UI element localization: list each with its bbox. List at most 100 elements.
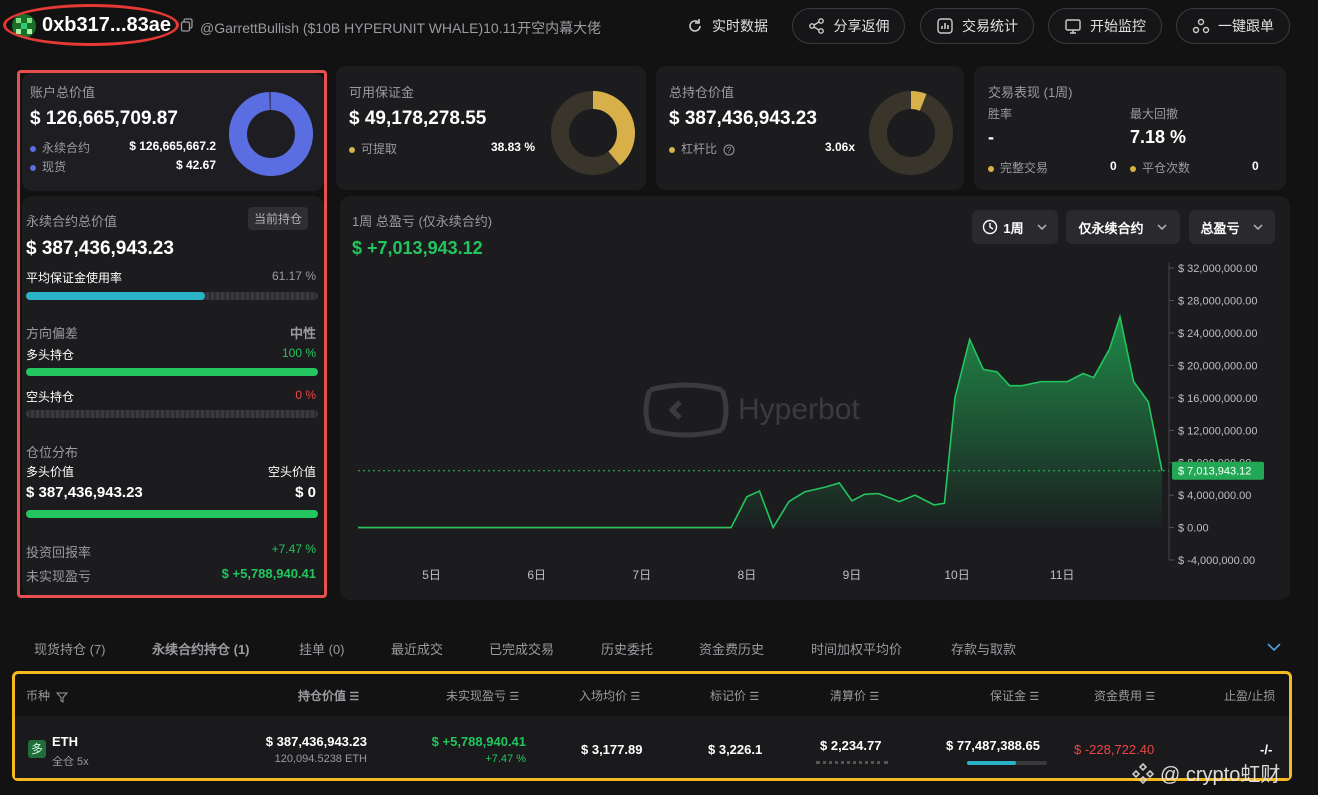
start-monitor-button[interactable]: 开始监控 [1048,8,1162,44]
drawdown-value: 7.18 % [1130,127,1187,147]
available-margin-card: 可用保证金 $ 49,178,278.55 可提取 38.83 % [336,66,646,190]
y-tick-label: $ -4,000,000.00 [1178,555,1255,567]
left-column-highlight-frame [17,70,327,598]
winrate-value: - [988,127,994,147]
col-margin[interactable]: 保证金 ☰ [990,687,1039,704]
y-tick-label: $ 0.00 [1178,523,1209,535]
contract-filter-dropdown[interactable]: 仅永续合约 [1066,210,1180,244]
sort-icon: ☰ [1029,691,1040,703]
margin-value: $ 49,178,278.55 [349,108,487,129]
address-highlight-circle [3,4,179,46]
position-title: 总持仓价值 [669,85,735,100]
y-tick-label: $ 16,000,000.00 [1178,393,1258,405]
close-count-legend: 平仓次数 [1130,159,1190,176]
collapse-chevron-icon[interactable] [1266,641,1282,656]
x-tick-label: 6日 [527,568,546,582]
liq-price-dotted-underline [816,761,888,764]
position-donut [869,91,953,175]
pnl-area-chart: $ 32,000,000.00 $ 28,000,000.00 $ 24,000,0… [358,263,1264,582]
sort-icon: ☰ [349,691,360,703]
tab-funding-history[interactable]: 资金费历史 [699,639,764,658]
row-coin[interactable]: ETH [52,734,78,749]
tab-order-history[interactable]: 历史委托 [601,639,653,658]
pnl-type-dropdown[interactable]: 总盈亏 [1189,210,1275,244]
sort-icon: ☰ [749,691,760,703]
x-tick-label: 5日 [422,568,441,582]
chart-title: 1周 总盈亏 (仅永续合约) [352,214,493,229]
monitor-icon [1065,19,1081,34]
withdrawable-legend: 可提取 [349,140,397,157]
trade-stats-button[interactable]: 交易统计 [920,8,1034,44]
stats-icon [937,18,953,34]
x-tick-label: 7日 [632,568,651,582]
y-tick-label: $ 24,000,000.00 [1178,328,1258,340]
col-coin[interactable]: 币种 [26,687,69,704]
tab-completed-trades[interactable]: 已完成交易 [489,639,554,658]
tab-open-orders[interactable]: 挂单 (0) [299,639,345,658]
chevron-down-icon [1253,224,1262,230]
col-entry-price[interactable]: 入场均价 ☰ [579,687,640,704]
margin-usage-mini-bar [967,761,1047,765]
tab-twap[interactable]: 时间加权平均价 [811,639,902,658]
copy-trade-button[interactable]: 一键跟单 [1176,8,1290,44]
binance-square-icon [1132,762,1154,784]
margin-donut [551,91,635,175]
withdrawable-pct: 38.83 % [490,140,535,154]
sort-icon: ☰ [1145,691,1156,703]
total-position-card: 总持仓价值 $ 387,436,943.23 杠杆比 ? 3.06x [656,66,964,190]
filter-icon [56,692,69,703]
tab-recent-fills[interactable]: 最近成交 [391,639,443,658]
col-tpsl: 止盈/止损 [1224,689,1276,703]
sort-icon: ☰ [630,691,641,703]
margin-title: 可用保证金 [349,85,415,100]
col-liq-price[interactable]: 清算价 ☰ [830,687,879,704]
position-value: $ 387,436,943.23 [669,108,817,129]
col-position-value[interactable]: 持仓价值 ☰ [298,687,359,704]
col-funding[interactable]: 资金费用 ☰ [1094,687,1155,704]
chevron-down-icon [1037,224,1047,230]
clock-icon [983,219,998,235]
svg-text:?: ? [727,146,732,155]
period-dropdown[interactable]: 1周 [972,210,1058,244]
col-upnl[interactable]: 未实现盈亏 ☰ [446,687,519,704]
complete-trades-value: 0 [1110,159,1117,173]
source-watermark: @ crypto虹财 [1132,758,1280,787]
y-tick-label: $ 32,000,000.00 [1178,263,1258,275]
info-icon: ? [723,144,735,156]
row-mark-price: $ 3,226.1 [708,742,763,757]
pnl-area-fill [358,316,1162,528]
complete-trades-legend: 完整交易 [988,159,1048,176]
tab-perp-holdings[interactable]: 永续合约持仓 (1) [152,639,250,658]
sort-icon: ☰ [509,691,520,703]
copy-trade-icon [1192,18,1210,34]
tab-deposits-withdrawals[interactable]: 存款与取款 [951,639,1016,658]
x-tick-label: 9日 [843,568,862,582]
row-liq-price: $ 2,234.77 [820,738,882,753]
performance-title: 交易表现 (1周) [988,85,1073,100]
wallet-description: @GarrettBullish ($10B HYPERUNIT WHALE)10… [200,20,602,36]
row-margin: $ 77,487,388.65 [946,738,1040,753]
y-tick-label: $ 12,000,000.00 [1178,425,1258,437]
long-side-badge: 多 [28,740,46,758]
y-tick-label: $ 28,000,000.00 [1178,296,1258,308]
row-tpsl[interactable]: -/- [1260,742,1272,757]
col-mark-price[interactable]: 标记价 ☰ [710,687,759,704]
share-icon [808,18,824,34]
sort-icon: ☰ [869,691,880,703]
copy-icon[interactable] [180,18,194,35]
realtime-data-button[interactable]: 实时数据 [686,8,778,44]
current-value-label: $ 7,013,943.12 [1178,466,1251,478]
row-upnl-pct: +7.47 % [485,753,526,765]
row-funding: $ -228,722.40 [1074,742,1155,757]
row-entry-price: $ 3,177.89 [581,742,643,757]
row-upnl: $ +5,788,940.41 [431,734,526,749]
winrate-label: 胜率 [988,107,1013,121]
drawdown-label: 最大回撤 [1130,107,1179,121]
x-tick-label: 8日 [738,568,757,582]
y-tick-label: $ 4,000,000.00 [1178,490,1251,502]
x-tick-label: 10日 [944,568,969,582]
share-rebate-button[interactable]: 分享返佣 [792,8,905,44]
tab-spot-holdings[interactable]: 现货持仓 (7) [34,639,106,658]
row-position-value: $ 387,436,943.23 [265,734,367,749]
leverage-value: 3.06x [824,140,855,154]
